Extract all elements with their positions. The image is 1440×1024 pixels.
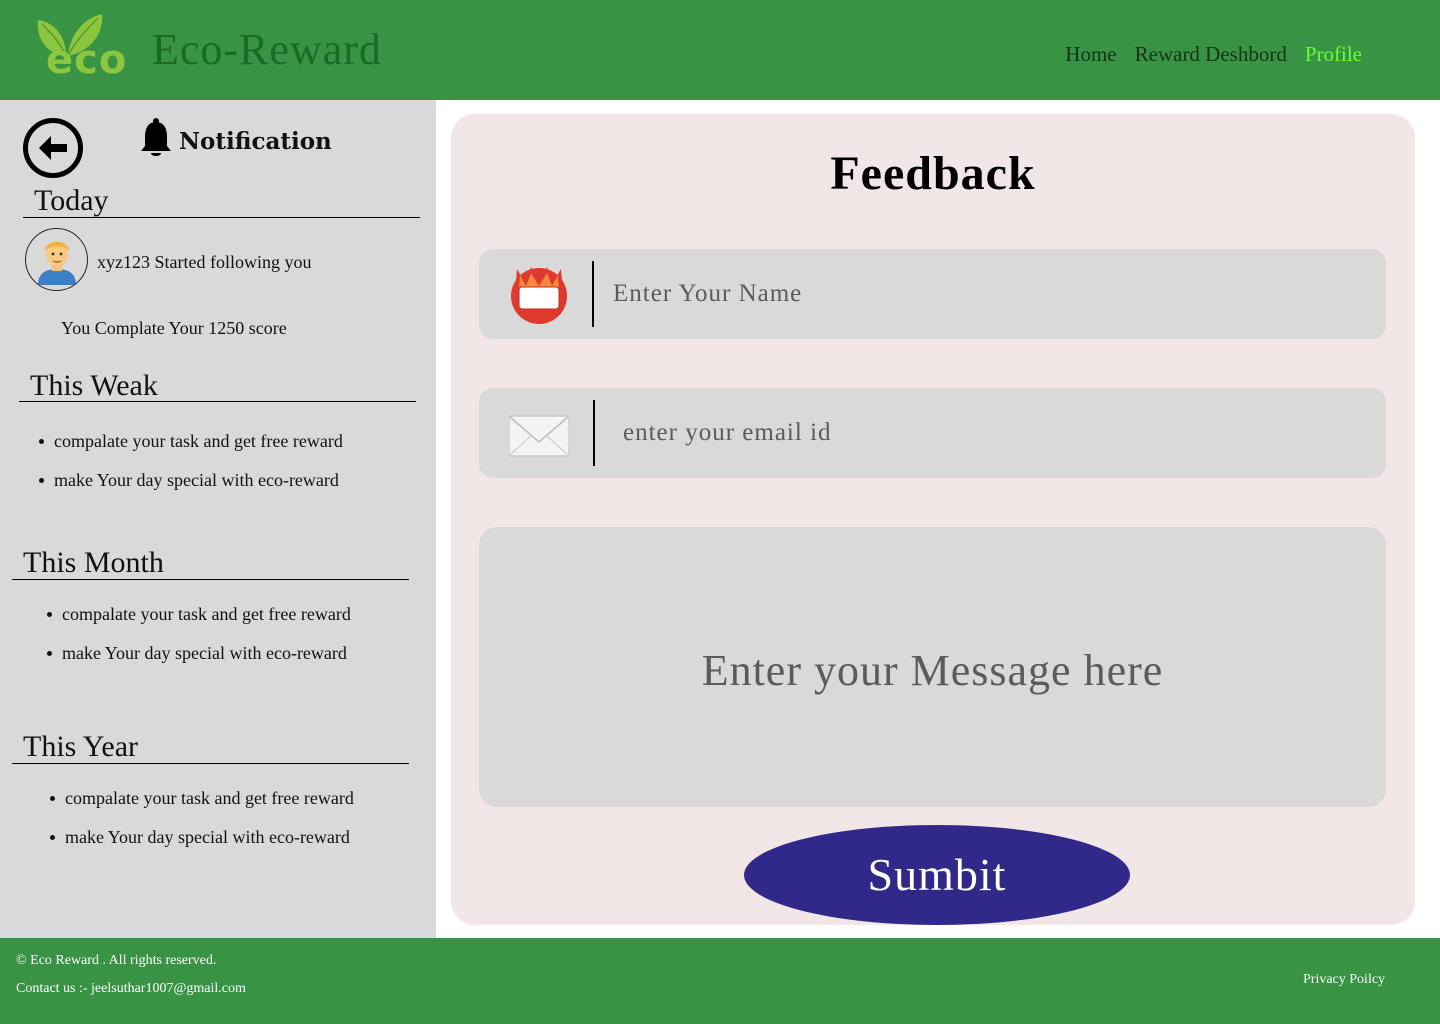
- contact-text[interactable]: Contact us :- jeelsuthar1007@gmail.com: [16, 982, 246, 996]
- top-header: eco Eco-Reward Home Reward Deshbord Prof…: [0, 0, 1440, 100]
- list-item: compalate your task and get free reward: [39, 432, 343, 450]
- privacy-policy-link[interactable]: Privacy Poilcy: [1303, 973, 1385, 987]
- envelope-icon: [509, 415, 569, 457]
- feedback-title: Feedback: [830, 147, 1036, 200]
- nav-home-link[interactable]: Home: [1065, 44, 1116, 65]
- week-heading: This Weak: [30, 369, 158, 402]
- email-field-divider: [593, 400, 595, 466]
- eco-logo[interactable]: eco: [30, 12, 134, 88]
- year-heading: This Year: [23, 730, 139, 763]
- name-field[interactable]: [479, 249, 1386, 339]
- name-badge-icon: [511, 267, 567, 324]
- month-heading: This Month: [23, 546, 164, 579]
- today-heading: Today: [34, 184, 109, 217]
- list-item: make Your day special with eco-reward: [50, 828, 354, 846]
- feedback-card: Feedback Sumbit: [451, 114, 1415, 925]
- list-item: make Your day special with eco-reward: [47, 644, 351, 662]
- score-notification: You Complate Your 1250 score: [61, 318, 287, 338]
- back-arrow-icon: [39, 136, 67, 160]
- week-list: compalate your task and get free reward …: [39, 432, 343, 510]
- brand-name: Eco-Reward: [152, 25, 382, 74]
- notification-sidebar: Notification Today xyz123 Started follow…: [0, 100, 436, 938]
- today-divider: [23, 217, 420, 218]
- copyright-text: © Eco Reward . All rights reserved.: [16, 953, 217, 968]
- year-list: compalate your task and get free reward …: [50, 789, 354, 867]
- submit-button[interactable]: Sumbit: [744, 825, 1130, 925]
- nav-profile-link[interactable]: Profile: [1305, 44, 1362, 65]
- notification-title: Notification: [179, 128, 332, 155]
- footer: © Eco Reward . All rights reserved. Cont…: [0, 938, 1440, 1024]
- month-list: compalate your task and get free reward …: [47, 605, 351, 683]
- follow-notification: xyz123 Started following you: [97, 252, 312, 272]
- avatar[interactable]: [25, 228, 88, 291]
- email-field[interactable]: [479, 388, 1386, 478]
- year-divider: [12, 763, 409, 764]
- list-item: make Your day special with eco-reward: [39, 471, 343, 489]
- list-item: compalate your task and get free reward: [50, 789, 354, 807]
- list-item: compalate your task and get free reward: [47, 605, 351, 623]
- message-textarea[interactable]: [479, 527, 1386, 807]
- back-button[interactable]: [23, 118, 83, 178]
- avatar-person-icon: [37, 240, 76, 285]
- month-divider: [12, 579, 409, 580]
- week-divider: [19, 401, 416, 402]
- nav-reward-dashboard-link[interactable]: Reward Deshbord: [1135, 44, 1287, 65]
- email-input[interactable]: [623, 408, 1353, 458]
- main-nav: Home Reward Deshbord Profile: [1065, 44, 1362, 65]
- name-field-divider: [592, 261, 594, 327]
- logo-text: eco: [46, 37, 128, 83]
- name-input[interactable]: [613, 269, 1353, 319]
- bell-icon: [141, 118, 171, 156]
